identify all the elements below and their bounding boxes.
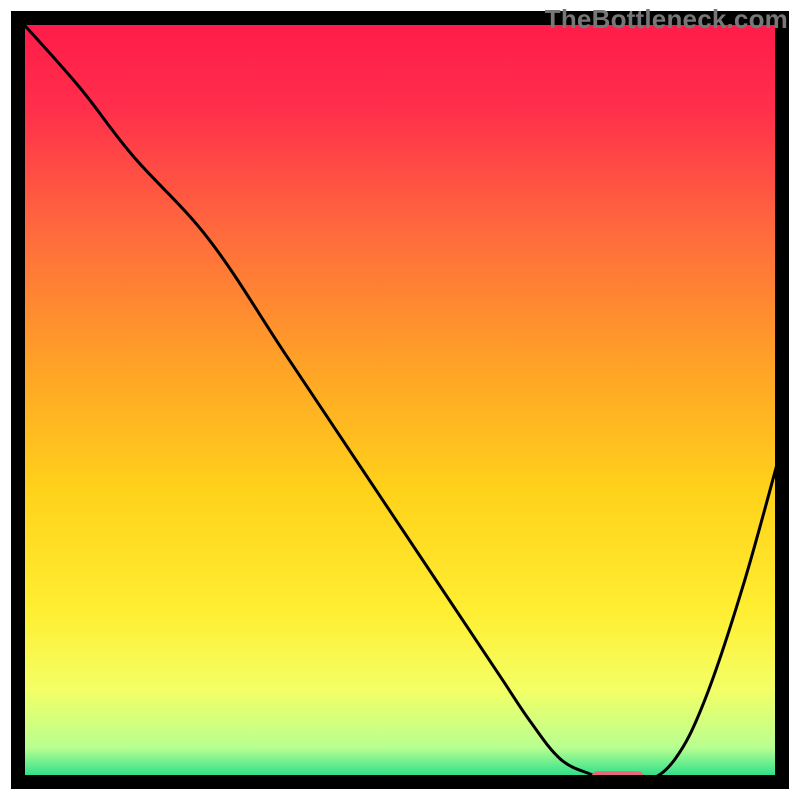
gradient-background (18, 18, 782, 782)
chart-container: TheBottleneck.com (0, 0, 800, 800)
chart-svg (0, 0, 800, 800)
watermark-text: TheBottleneck.com (545, 4, 788, 35)
